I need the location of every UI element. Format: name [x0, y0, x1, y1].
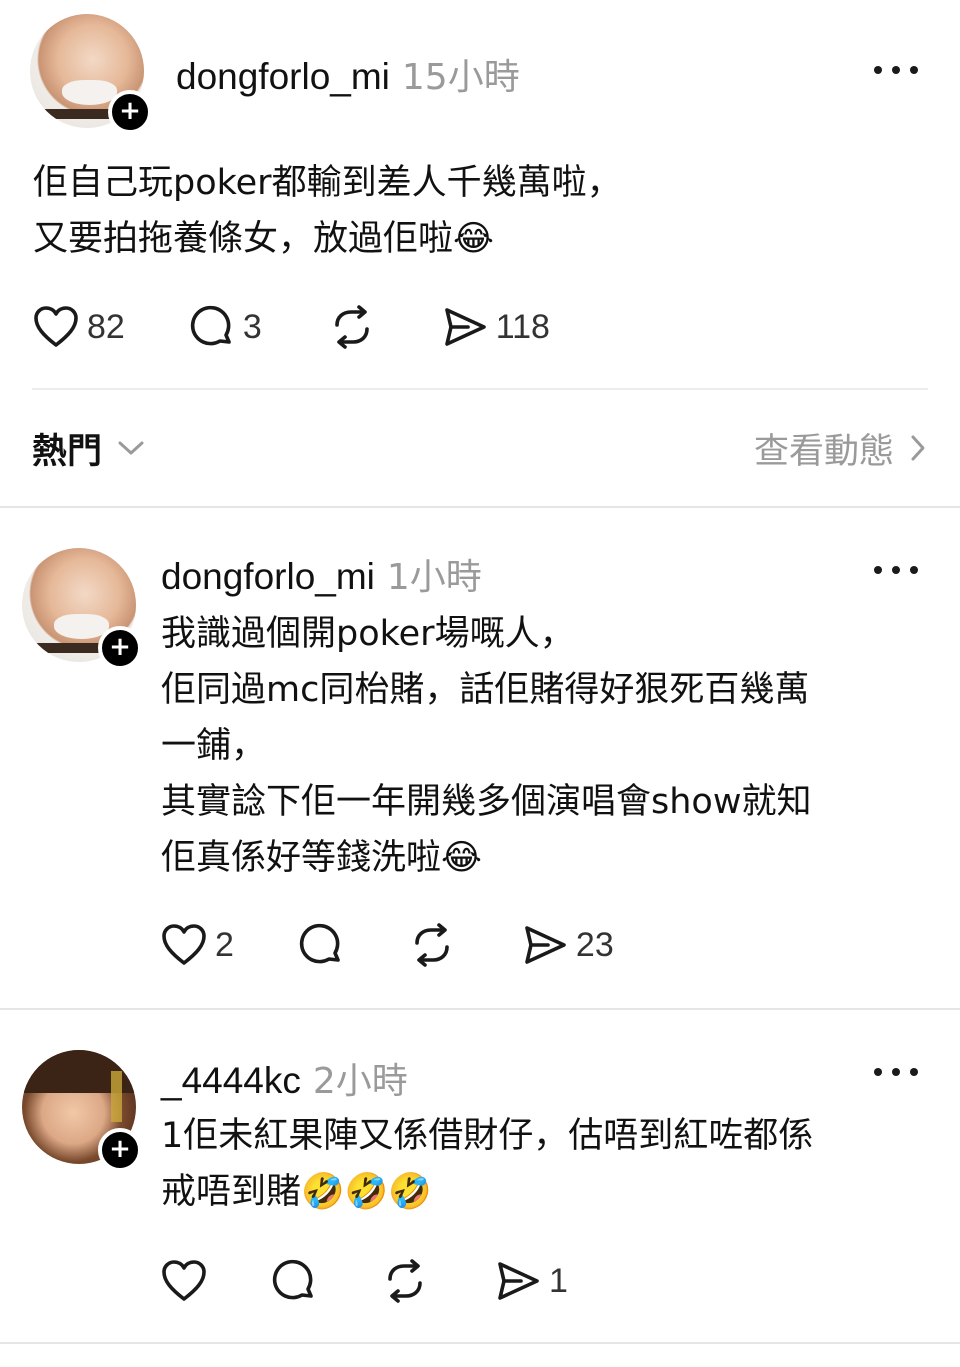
more-icon[interactable]	[874, 1066, 918, 1078]
more-icon[interactable]	[874, 564, 918, 576]
more-icon[interactable]	[874, 64, 918, 76]
like-button[interactable]: 82	[33, 305, 125, 349]
like-button[interactable]: 2	[161, 923, 234, 967]
heart-icon	[162, 1260, 206, 1301]
reply-button[interactable]	[271, 1258, 317, 1304]
share-button[interactable]: 23	[522, 923, 614, 967]
comment-icon	[272, 1259, 313, 1300]
chevron-right-icon	[911, 435, 925, 461]
follow-plus-icon[interactable]: +	[108, 90, 152, 134]
author-username[interactable]: dongforlo_mi	[176, 56, 390, 98]
repost-button[interactable]	[408, 922, 456, 968]
reply-time: 2小時	[312, 1061, 408, 1102]
reply-item: + dongforlo_mi 1小時 我識過個開poker場嘅人， 佢同過mc同…	[0, 508, 960, 1008]
heart-icon	[34, 306, 78, 347]
reply-text: 1佢未紅果陣又係借財仔，估唔到紅咗都係 戒唔到賭🤣🤣🤣	[161, 1116, 814, 1212]
share-button[interactable]: 1	[495, 1259, 568, 1303]
like-count: 2	[215, 925, 234, 964]
share-count: 118	[495, 307, 550, 346]
reply-button[interactable]: 3	[189, 304, 262, 350]
replies-filter-bar: 熱門 查看動態	[32, 420, 928, 476]
main-post: + dongforlo_mi 15小時 佢自己玩poker都輸到差人千幾萬啦， …	[0, 0, 960, 400]
follow-plus-icon[interactable]: +	[98, 1128, 142, 1172]
view-activity-label: 查看動態	[753, 431, 894, 472]
like-count: 82	[87, 307, 125, 346]
repost-icon	[388, 1259, 422, 1303]
like-button[interactable]	[161, 1259, 207, 1303]
repost-icon	[334, 305, 369, 349]
reply-avatar[interactable]: +	[22, 548, 142, 670]
repost-icon	[415, 923, 449, 967]
reply-count: 3	[242, 307, 262, 346]
reply-time: 1小時	[386, 557, 482, 598]
send-icon	[498, 1262, 539, 1300]
reply-item: + _4444kc 2小時 1佢未紅果陣又係借財仔，估唔到紅咗都係 戒唔到賭🤣🤣…	[0, 1010, 960, 1360]
comment-icon	[190, 305, 231, 346]
sort-dropdown[interactable]: 熱門	[32, 420, 146, 476]
reply-actions: 2 23	[161, 922, 614, 968]
author-avatar[interactable]: +	[30, 14, 152, 134]
post-actions: 82 3 118	[33, 304, 550, 350]
reply-avatar[interactable]: +	[22, 1050, 142, 1172]
section-divider	[0, 1342, 960, 1344]
reply-username[interactable]: dongforlo_mi	[161, 556, 375, 598]
send-icon	[525, 926, 566, 964]
post-time: 15小時	[401, 57, 520, 98]
share-button[interactable]: 118	[442, 305, 550, 349]
repost-button[interactable]	[328, 304, 376, 350]
share-count: 23	[575, 925, 614, 964]
sort-label: 熱門	[32, 431, 103, 472]
reply-actions: 1	[161, 1258, 568, 1304]
reply-button[interactable]	[298, 922, 344, 968]
post-text: 佢自己玩poker都輸到差人千幾萬啦， 又要拍拖養條女，放過佢啦😂	[33, 163, 622, 259]
send-icon	[444, 308, 486, 346]
divider	[32, 388, 928, 390]
follow-plus-icon[interactable]: +	[98, 626, 142, 670]
chevron-down-icon	[118, 441, 144, 455]
view-activity-link[interactable]: 查看動態	[754, 420, 928, 476]
reply-text: 我識過個開poker場嘅人， 佢同過mc同枱賭，話佢賭得好狠死百幾萬 一鋪， 其…	[161, 614, 812, 878]
heart-icon	[162, 924, 206, 965]
comment-icon	[299, 923, 340, 964]
share-count: 1	[549, 1261, 568, 1300]
reply-username[interactable]: _4444kc	[161, 1060, 301, 1102]
repost-button[interactable]	[381, 1258, 429, 1304]
